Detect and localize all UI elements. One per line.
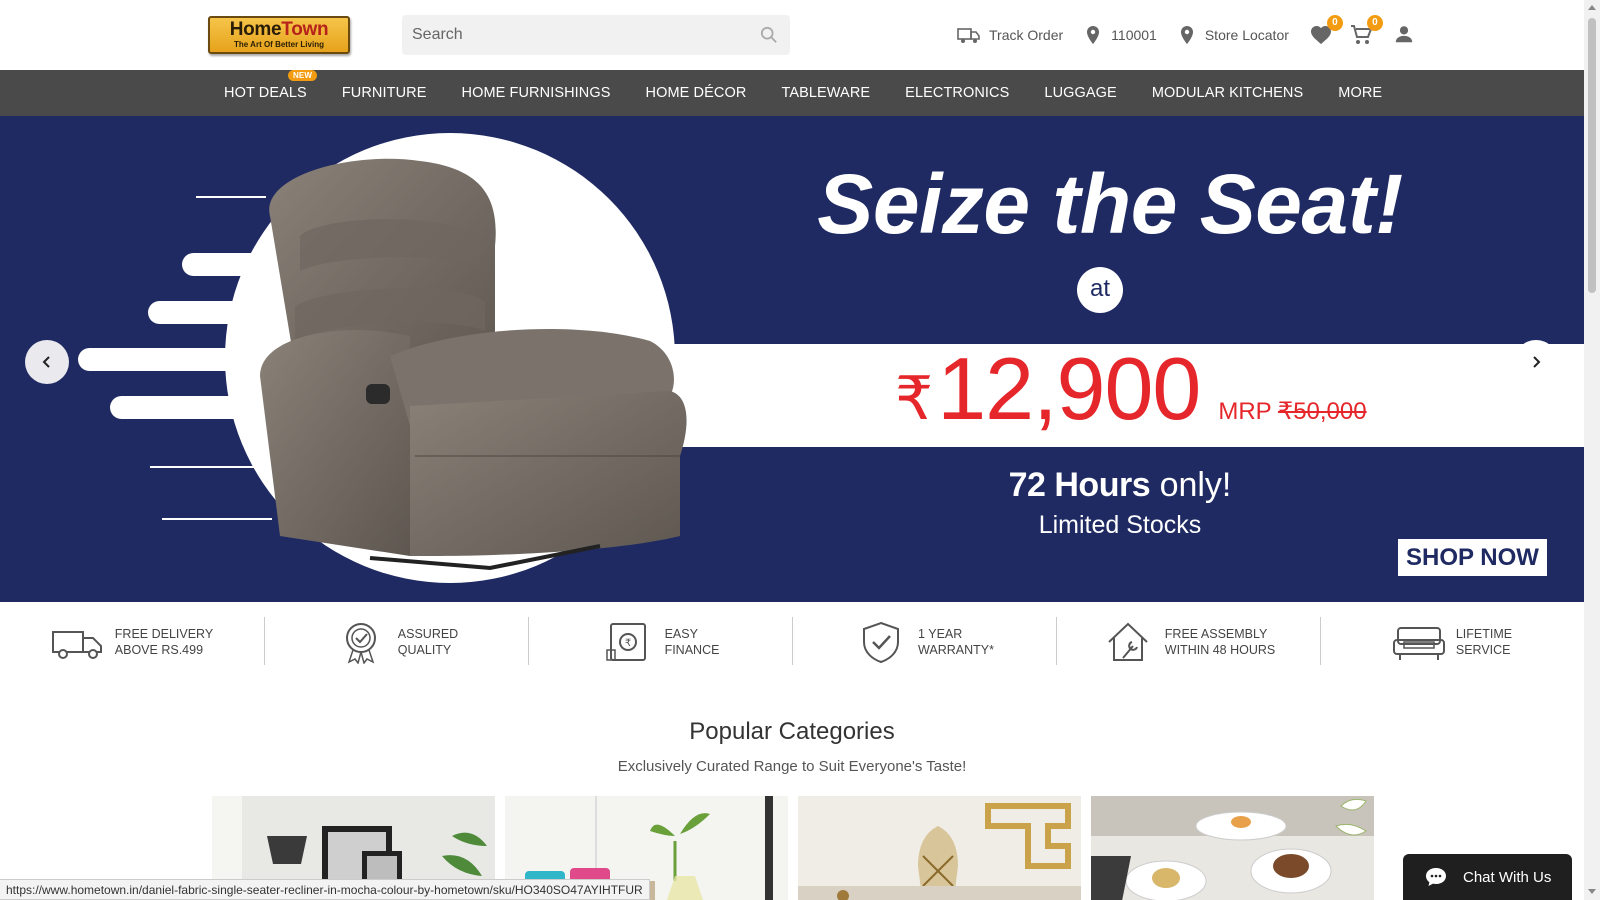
nav-hot-deals[interactable]: HOT DEALS NEW [224, 70, 317, 101]
scrollbar-thumb[interactable] [1588, 18, 1596, 293]
nav-modular-kitchens[interactable]: MODULAR KITCHENS [1152, 85, 1303, 101]
shop-now-button[interactable]: SHOP NOW [1398, 539, 1547, 576]
store-pin-icon [1180, 26, 1193, 44]
chat-bubble-icon [1426, 868, 1446, 886]
currency-symbol: ₹ [895, 365, 934, 432]
hours-count: 72 Hours [1008, 466, 1151, 504]
logo-word-home: Home [229, 19, 282, 40]
offer-price: ₹ 12,900 MRP ₹50,000 [895, 338, 1367, 438]
sofa-icon [1392, 627, 1445, 660]
chat-label: Chat With Us [1463, 868, 1552, 886]
account-button[interactable] [1393, 23, 1415, 48]
search-icon[interactable] [760, 26, 778, 44]
store-locator-link[interactable]: Store Locator [1177, 25, 1289, 45]
category-image-home-decor [798, 796, 1081, 900]
offer-duration: 72 Hours only! Limited Stocks [960, 466, 1280, 540]
feature-label: LIFETIME SERVICE [1455, 627, 1513, 657]
category-card[interactable] [1091, 796, 1374, 900]
limited-stocks-text: Limited Stocks [1038, 511, 1202, 539]
features-strip: FREE DELIVERY ABOVE RS.499 ASSURED QUALI… [0, 602, 1584, 682]
hours-suffix: only! [1159, 466, 1232, 504]
nav-tableware[interactable]: TABLEWARE [781, 85, 870, 101]
store-locator-label: Store Locator [1204, 27, 1289, 43]
nav-furniture[interactable]: FURNITURE [342, 85, 427, 101]
feature-label: FREE ASSEMBLY WITHIN 48 HOURS [1164, 627, 1276, 657]
nav-home-furnishings-label: HOME FURNISHINGS [461, 85, 611, 101]
nav-more[interactable]: MORE [1338, 85, 1382, 101]
sale-price: 12,900 [937, 339, 1201, 438]
popular-categories-subtitle: Exclusively Curated Range to Suit Everyo… [617, 758, 967, 775]
shield-check-icon [863, 621, 900, 664]
search-box [402, 15, 790, 55]
category-card[interactable] [798, 796, 1081, 900]
nav-home-decor[interactable]: HOME DÉCOR [646, 85, 747, 101]
wrench-house-icon [1108, 622, 1148, 661]
location-pin-icon [1087, 26, 1100, 44]
feature-label: FREE DELIVERY ABOVE RS.499 [114, 627, 214, 657]
feature-free-assembly: FREE ASSEMBLY WITHIN 48 HOURS [1056, 602, 1320, 682]
main-nav: HOT DEALS NEW FURNITURE HOME FURNISHINGS… [0, 70, 1584, 116]
wishlist-count-badge: 0 [1326, 15, 1343, 31]
header: HomeTown The Art Of Better Living Track … [0, 0, 1584, 70]
user-icon [1395, 25, 1413, 42]
badge-icon [345, 623, 376, 664]
cart-count-badge: 0 [1366, 15, 1383, 31]
nav-tableware-label: TABLEWARE [781, 85, 871, 101]
mrp-label: MRP [1218, 398, 1272, 425]
nav-electronics-label: ELECTRONICS [905, 85, 1010, 101]
chevron-right-icon [1533, 356, 1541, 368]
status-bar-url: https://www.hometown.in/daniel-fabric-si… [0, 879, 650, 900]
popular-categories-title: Popular Categories [689, 718, 895, 745]
pincode-label: 110001 [1111, 27, 1157, 43]
mrp: MRP ₹50,000 [1218, 397, 1366, 426]
nav-luggage-label: LUGGAGE [1044, 85, 1117, 101]
track-order-link[interactable]: Track Order [957, 25, 1063, 45]
at-bubble: at [1077, 267, 1123, 313]
nav-home-furnishings[interactable]: HOME FURNISHINGS [462, 85, 611, 101]
feature-easy-finance: ₹ EASY FINANCE [528, 602, 792, 682]
nav-modular-kitchens-label: MODULAR KITCHENS [1151, 85, 1304, 101]
truck-icon [51, 631, 102, 659]
page-scrollbar[interactable] [1584, 0, 1600, 900]
nav-furniture-label: FURNITURE [341, 85, 427, 101]
nav-more-label: MORE [1338, 85, 1383, 101]
track-order-label: Track Order [989, 27, 1064, 43]
nav-home-decor-label: HOME DÉCOR [645, 85, 747, 101]
hometown-logo[interactable]: HomeTown The Art Of Better Living [208, 16, 350, 54]
hero-banner[interactable]: Seize the Seat! at ₹ 12,900 MRP ₹50,000 … [0, 116, 1584, 602]
page: { "header": { "logo": { "line1_a": "Home… [0, 0, 1600, 900]
recliner-chair-image[interactable] [240, 156, 700, 576]
carousel-prev-button[interactable] [25, 340, 69, 384]
chat-with-us-button[interactable]: Chat With Us [1403, 854, 1572, 900]
carousel-next-button[interactable] [1514, 340, 1558, 384]
feature-free-delivery: FREE DELIVERY ABOVE RS.499 [0, 602, 264, 682]
pincode-link[interactable]: 110001 [1083, 25, 1157, 45]
logo-word-town: Town [281, 19, 329, 40]
chevron-left-icon [42, 356, 50, 368]
feature-label: 1 YEAR WARRANTY* [918, 627, 994, 657]
nav-hot-deals-label: HOT DEALS [224, 85, 307, 101]
truck-icon [957, 28, 980, 43]
search-input[interactable] [402, 15, 742, 55]
feature-assured-quality: ASSURED QUALITY [264, 602, 528, 682]
feature-label: ASSURED QUALITY [397, 627, 459, 657]
feature-lifetime-service: LIFETIME SERVICE [1320, 602, 1584, 682]
hero-headline: Seize the Seat! [817, 157, 1403, 251]
scroll-down-arrow-icon[interactable] [1588, 889, 1596, 894]
header-links: Track Order 110001 Store Locator 0 0 [957, 15, 1415, 48]
wishlist-button[interactable]: 0 [1309, 15, 1343, 47]
finance-icon: ₹ [605, 623, 646, 661]
category-image-tableware [1091, 796, 1374, 900]
logo-tagline: The Art Of Better Living [234, 40, 324, 49]
nav-electronics[interactable]: ELECTRONICS [905, 85, 1009, 101]
new-badge: NEW [288, 70, 317, 81]
feature-label: EASY FINANCE [664, 627, 720, 657]
svg-text:₹: ₹ [624, 638, 630, 649]
nav-luggage[interactable]: LUGGAGE [1044, 85, 1116, 101]
feature-warranty: 1 YEAR WARRANTY* [792, 602, 1056, 682]
scroll-up-arrow-icon[interactable] [1588, 5, 1596, 10]
cart-button[interactable]: 0 [1349, 15, 1383, 47]
mrp-value: ₹50,000 [1277, 398, 1367, 425]
